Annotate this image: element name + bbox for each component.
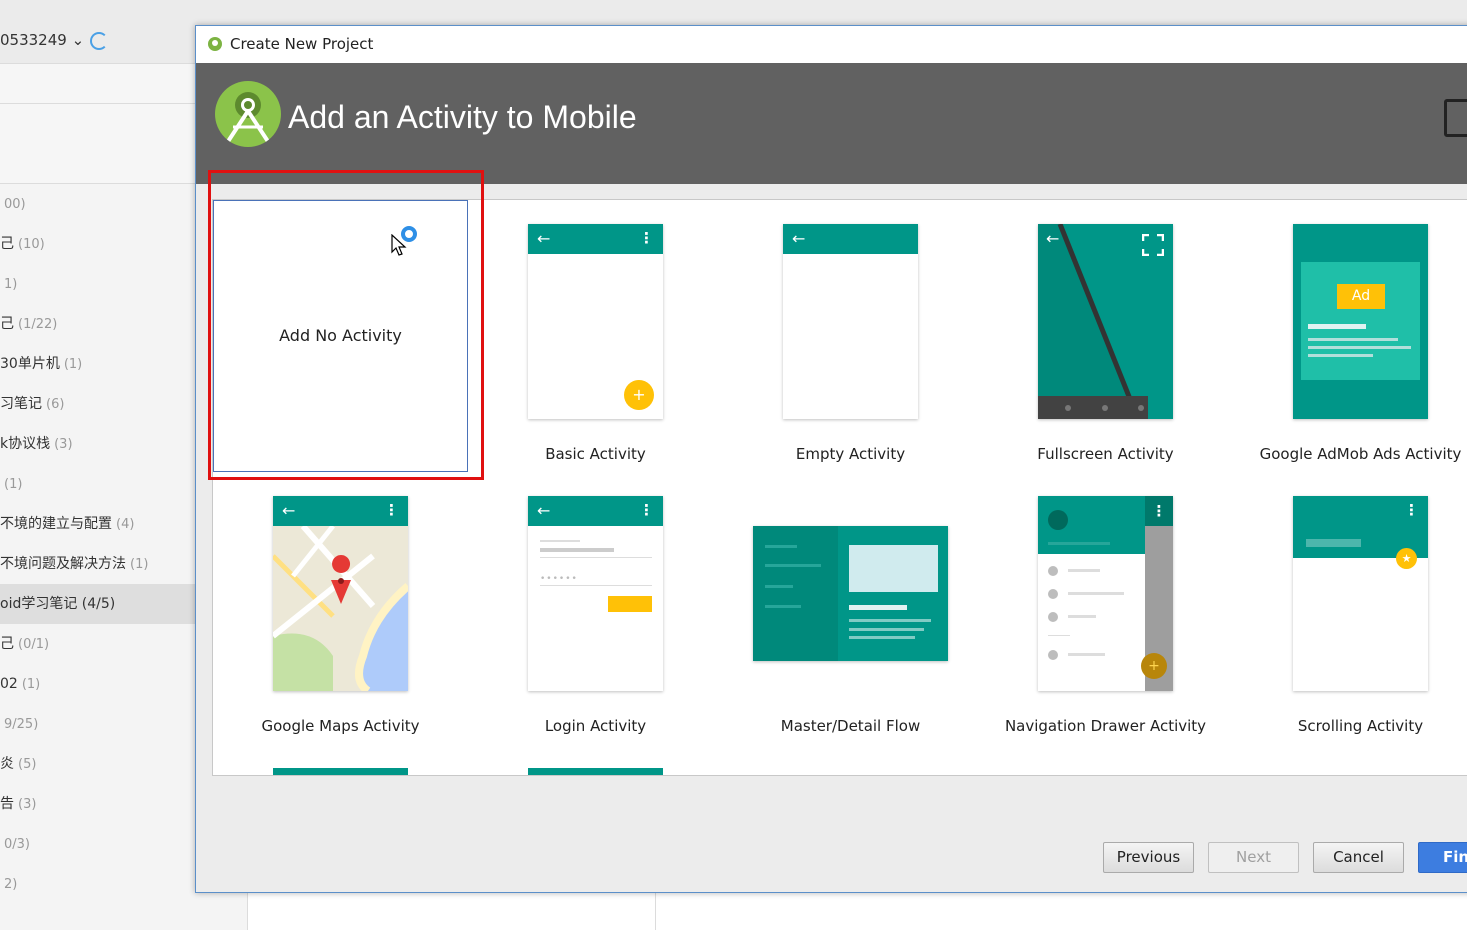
list-item[interactable]: 己 (10)	[0, 224, 196, 264]
ad-card: Ad	[1301, 262, 1420, 380]
template-tile-partial[interactable]	[528, 768, 663, 775]
template-preview: ⋮ ★	[1293, 496, 1428, 691]
avatar	[1048, 510, 1068, 530]
arrow-back-icon: ←	[537, 501, 551, 520]
list-item[interactable]: 己 (1/22)	[0, 304, 196, 344]
dialog-titlebar[interactable]: Create New Project	[196, 26, 1467, 63]
background-panel	[0, 64, 196, 104]
list-item[interactable]: 己 (0/1)	[0, 624, 196, 664]
template-preview: ← ⋮	[273, 496, 408, 691]
arrow-back-icon: ←	[282, 501, 296, 520]
template-preview: ← ⋮ +	[528, 224, 663, 419]
dialog-title: Create New Project	[230, 35, 374, 53]
divider	[655, 892, 656, 930]
wizard-title: Add an Activity to Mobile	[288, 99, 637, 135]
list-item[interactable]: 9/25)	[0, 704, 196, 744]
sync-icon[interactable]	[90, 32, 108, 50]
wizard-header: Add an Activity to Mobile	[196, 63, 1467, 184]
list-item[interactable]: (1)	[0, 464, 196, 504]
arrow-back-icon: ←	[1046, 229, 1060, 248]
previous-button[interactable]: Previous	[1103, 842, 1194, 873]
more-vert-icon: ⋮	[384, 501, 399, 519]
template-tile-master-detail-flow[interactable]: Master/Detail Flow	[723, 472, 978, 744]
template-preview: ← ⋮ ••••••	[528, 496, 663, 691]
fullscreen-icon	[1142, 234, 1164, 256]
template-label: Navigation Drawer Activity	[1004, 717, 1207, 735]
list-item[interactable]: 00)	[0, 184, 196, 224]
arrow-back-icon: ←	[792, 229, 806, 248]
list-item[interactable]: 2)	[0, 864, 196, 904]
background-content-area	[248, 892, 1467, 930]
android-studio-icon	[208, 37, 222, 51]
template-label: Google AdMob Ads Activity	[1259, 445, 1462, 463]
list-item[interactable]: 30单片机 (1)	[0, 344, 196, 384]
template-tile-empty-activity[interactable]: ← Empty Activity	[723, 200, 978, 472]
form-factor-icon	[1444, 99, 1467, 137]
preview-appbar: ← ⋮	[528, 224, 663, 254]
template-tile-navigation-drawer-activity[interactable]: ⋮ + Navigation Drawer Activity	[978, 472, 1233, 744]
template-label: Fullscreen Activity	[1037, 445, 1174, 463]
more-vert-icon: ⋮	[639, 229, 654, 247]
template-preview: ←	[783, 224, 918, 419]
account-label: 0533249	[0, 31, 67, 49]
template-label: Basic Activity	[545, 445, 646, 463]
cancel-button[interactable]: Cancel	[1313, 842, 1404, 873]
template-label: Google Maps Activity	[261, 717, 420, 735]
selection-highlight	[208, 170, 484, 480]
more-vert-icon: ⋮	[1404, 501, 1419, 519]
template-label: Empty Activity	[795, 445, 906, 463]
background-panel	[0, 104, 196, 184]
template-tile-login-activity[interactable]: ← ⋮ •••••• Login Activity	[468, 472, 723, 744]
password-dots: ••••••	[540, 574, 578, 584]
star-icon: ★	[1396, 548, 1417, 569]
template-label: Master/Detail Flow	[780, 717, 921, 735]
list-item[interactable]: 炎 (5)	[0, 744, 196, 784]
more-vert-icon: ⋮	[1145, 496, 1173, 526]
arrow-back-icon: ←	[537, 229, 551, 248]
ad-badge: Ad	[1337, 284, 1385, 309]
list-item[interactable]: 1)	[0, 264, 196, 304]
android-studio-logo	[215, 81, 281, 147]
list-item[interactable]: k协议栈 (3)	[0, 424, 196, 464]
template-label: Scrolling Activity	[1297, 717, 1424, 735]
divider	[247, 892, 248, 930]
template-preview	[753, 526, 948, 661]
list-item[interactable]: 02 (1)	[0, 664, 196, 704]
template-tile-basic-activity[interactable]: ← ⋮ + Basic Activity	[468, 200, 723, 472]
preview-appbar: ←	[783, 224, 918, 254]
list-item[interactable]: 习笔记 (6)	[0, 384, 196, 424]
template-preview: Ad	[1293, 224, 1428, 419]
template-tile-maps-activity[interactable]: ← ⋮ Google Maps Activity	[213, 472, 468, 744]
list-item-selected[interactable]: oid学习笔记 (4/5)	[0, 584, 196, 624]
chevron-down-icon: ⌄	[71, 31, 85, 49]
sign-in-button-preview	[608, 596, 652, 612]
list-item[interactable]: 0/3)	[0, 824, 196, 864]
template-preview: ⋮ +	[1038, 496, 1173, 691]
next-button[interactable]: Next	[1208, 842, 1299, 873]
more-vert-icon: ⋮	[639, 501, 654, 519]
finish-button[interactable]: Fini	[1418, 842, 1467, 873]
template-label: Login Activity	[544, 717, 647, 735]
preview-appbar: ← ⋮	[528, 496, 663, 526]
preview-appbar: ← ⋮	[273, 496, 408, 526]
list-item[interactable]: 不境问题及解决方法 (1)	[0, 544, 196, 584]
list-item[interactable]: 告 (3)	[0, 784, 196, 824]
notebook-list: 00) 己 (10) 1) 己 (1/22) 30单片机 (1) 习笔记 (6) k协议…	[0, 184, 196, 904]
template-tile-partial[interactable]	[273, 768, 408, 775]
fab-add-icon: +	[1141, 653, 1167, 679]
template-tile-fullscreen-activity[interactable]: ← Fullscreen Activity	[978, 200, 1233, 472]
template-tile-scrolling-activity[interactable]: ⋮ ★ Scrolling Activity	[1233, 472, 1467, 744]
account-dropdown[interactable]: 0533249 ⌄	[0, 31, 84, 49]
list-item[interactable]: 不境的建立与配置 (4)	[0, 504, 196, 544]
template-tile-admob-activity[interactable]: Ad Google AdMob Ads Activity	[1233, 200, 1467, 472]
fab-add-icon: +	[624, 380, 654, 410]
template-preview: ←	[1038, 224, 1173, 419]
